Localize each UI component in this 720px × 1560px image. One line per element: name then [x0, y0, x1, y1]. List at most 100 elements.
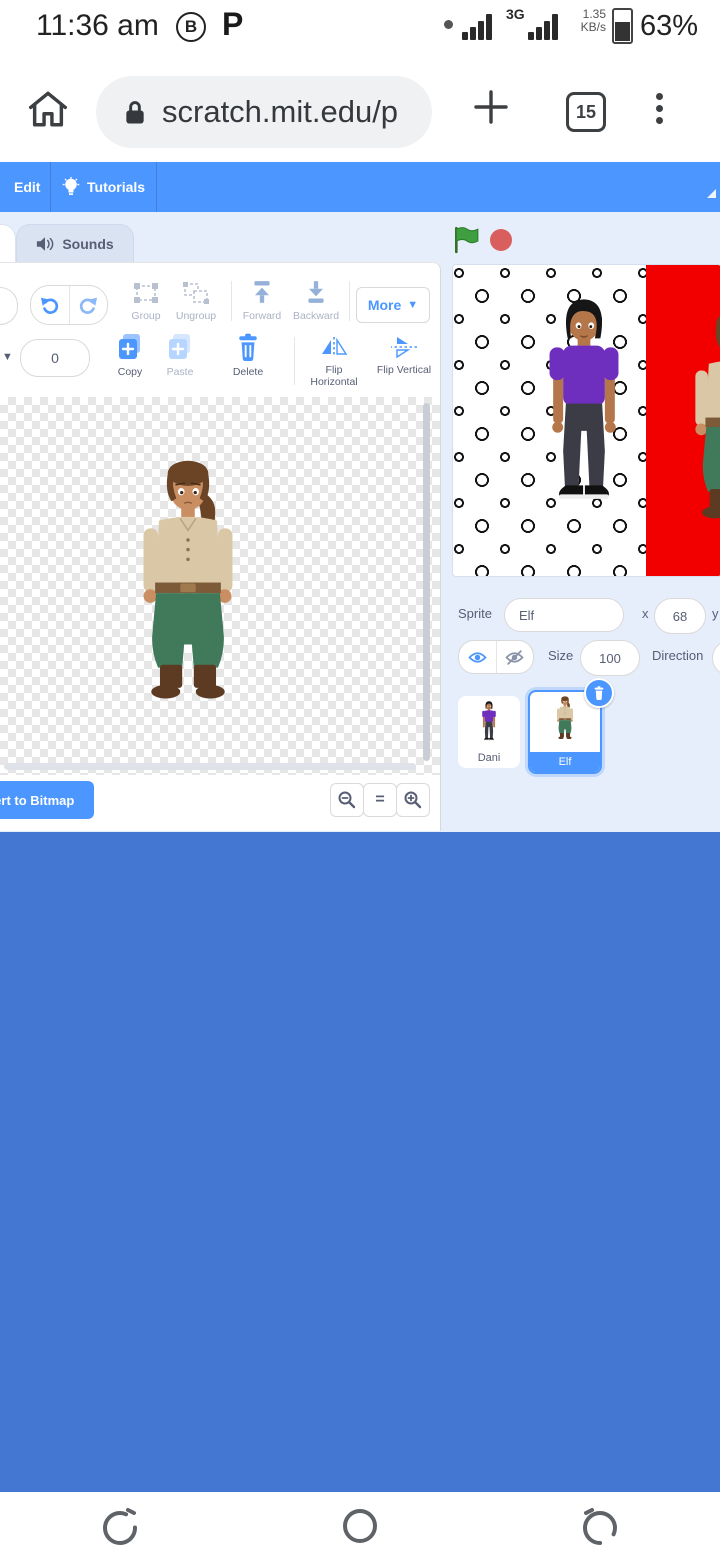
eye-slash-icon [505, 649, 524, 665]
notification-dot-icon [444, 20, 453, 29]
tab-sounds[interactable]: Sounds [16, 224, 134, 263]
nav-back-icon [103, 1508, 137, 1545]
nav-home-button[interactable] [320, 1498, 400, 1554]
nav-home-icon [343, 1509, 377, 1543]
layer-backward-icon [308, 281, 324, 303]
ungroup-icon [183, 282, 209, 304]
notification-p-icon: P [222, 6, 244, 42]
zoom-out-button[interactable] [330, 783, 364, 817]
url-text: scratch.mit.edu/p [162, 94, 399, 129]
android-nav-bar [0, 1492, 720, 1560]
dani-thumb-image [476, 700, 502, 750]
selected-sprite-name: Elf [530, 752, 600, 772]
paint-editor-panel: Group Ungroup Forward Backward More ▼ ▼ … [0, 262, 441, 831]
delete-button[interactable]: Delete [218, 333, 278, 378]
x-label: x [642, 606, 649, 621]
chevron-down-icon: ▼ [407, 299, 419, 311]
flip-vertical-button[interactable]: Flip Vertical [374, 335, 434, 376]
sprite-name-input[interactable]: Elf [504, 598, 624, 632]
canvas-vertical-scrollbar[interactable] [423, 403, 430, 761]
size-label: Size [548, 648, 574, 663]
speaker-icon [37, 237, 54, 251]
lock-icon [126, 101, 144, 124]
more-button[interactable]: More ▼ [356, 287, 430, 323]
battery-percent: 63% [640, 10, 699, 42]
redo-button[interactable] [70, 286, 108, 324]
sprite-elf-on-stage[interactable] [675, 305, 720, 557]
zoom-in-icon [404, 791, 422, 809]
plus-icon [474, 90, 508, 124]
lightbulb-icon [62, 177, 80, 195]
scratch-editor: Sounds Group Ungroup Forward Backward Mo… [0, 212, 720, 832]
tab-count: 15 [575, 101, 597, 122]
address-bar[interactable]: scratch.mit.edu/p [96, 76, 432, 148]
edit-menu[interactable]: Edit [14, 162, 40, 212]
group-icon [134, 283, 158, 303]
clock: 11:36 am [36, 9, 159, 42]
signal-bars-icon [462, 14, 492, 40]
undo-icon [40, 297, 58, 314]
flip-vertical-icon [391, 337, 417, 359]
direction-label: Direction [652, 648, 704, 663]
redo-icon [80, 297, 98, 314]
scratch-menu-bar: Edit Tutorials [0, 162, 720, 212]
undo-redo-group [30, 285, 108, 325]
trash-icon [594, 686, 604, 700]
stage [452, 264, 720, 577]
sprite-label: Sprite [458, 606, 492, 621]
tab-costumes-cut[interactable] [0, 224, 16, 263]
paste-icon [169, 334, 190, 359]
network-speed-label: 1.35 KB/s [580, 7, 606, 34]
flip-horizontal-button[interactable]: Flip Horizontal [304, 335, 364, 388]
zoom-in-button[interactable] [396, 783, 430, 817]
phone-screen: 11:36 am B P 3G 1.35 KB/s 63% scratch.mi… [0, 0, 720, 1560]
elf-costume-drawing[interactable] [118, 453, 258, 743]
layer-forward-icon [254, 281, 270, 303]
stroke-width-input[interactable]: 0 [20, 339, 90, 377]
size-input[interactable]: 100 [580, 640, 640, 676]
undo-button[interactable] [31, 286, 69, 324]
eye-icon [468, 651, 487, 663]
hide-button[interactable] [497, 641, 534, 673]
home-icon [28, 91, 68, 127]
copy-icon [119, 334, 140, 359]
kebab-icon [656, 93, 663, 100]
sprite-thumb-name: Dani [477, 752, 501, 764]
cutoff-control[interactable] [0, 287, 18, 325]
paint-canvas[interactable] [0, 397, 440, 775]
visibility-toggle-group [458, 640, 534, 674]
backward-button[interactable]: Backward [286, 279, 346, 322]
browser-menu-button[interactable] [656, 88, 663, 129]
sprite-dani-on-stage[interactable] [529, 293, 639, 547]
convert-to-bitmap-button[interactable]: Convert to Bitmap [0, 781, 94, 819]
zoom-reset-button[interactable]: = [363, 783, 397, 817]
forward-button[interactable]: Forward [232, 279, 292, 322]
browser-toolbar: scratch.mit.edu/p 15 [0, 52, 720, 162]
tutorials-menu[interactable]: Tutorials [62, 162, 145, 212]
flip-horizontal-icon [322, 337, 348, 357]
paste-button[interactable]: Paste [150, 333, 210, 378]
sprite-thumbnail-dani[interactable]: Dani [458, 696, 520, 768]
notification-b-icon: B [176, 12, 206, 42]
new-tab-button[interactable] [470, 86, 512, 133]
ungroup-button[interactable]: Ungroup [166, 281, 226, 322]
show-button[interactable] [459, 641, 496, 673]
elf-thumb-image [552, 695, 578, 747]
y-label: y [712, 606, 719, 621]
delete-sprite-button[interactable] [584, 678, 614, 708]
status-bar: 11:36 am B P 3G 1.35 KB/s 63% [0, 0, 720, 52]
home-button[interactable] [26, 88, 70, 135]
nav-recents-icon [583, 1508, 617, 1545]
canvas-horizontal-scrollbar[interactable] [4, 763, 416, 770]
chevron-down-icon[interactable]: ▼ [2, 351, 13, 363]
stage-column: Sprite Elf x 68 y Size 100 Direction Dan… [452, 212, 720, 832]
x-position-input[interactable]: 68 [654, 598, 706, 634]
direction-input[interactable] [712, 640, 720, 676]
nav-recents-button[interactable] [560, 1498, 640, 1554]
trash-icon [239, 333, 257, 361]
zoom-out-icon [338, 791, 356, 809]
signal-bars2-icon [528, 14, 558, 40]
tab-switcher-button[interactable]: 15 [566, 92, 606, 132]
nav-back-button[interactable] [80, 1498, 160, 1554]
page-background [0, 832, 720, 1492]
